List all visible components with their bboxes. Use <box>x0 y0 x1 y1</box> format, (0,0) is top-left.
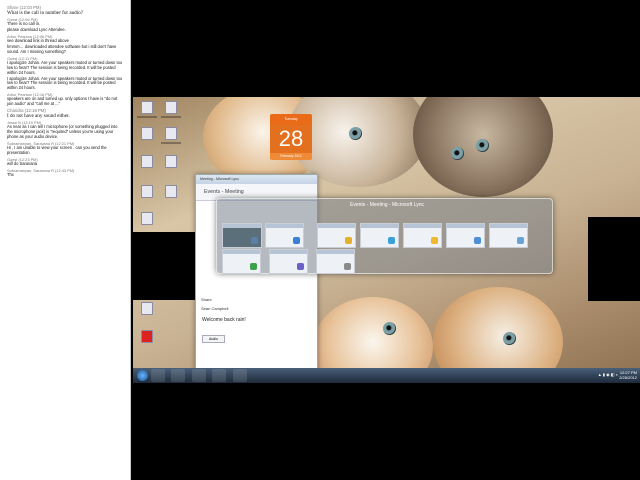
desktop-icon-label <box>161 116 181 118</box>
chat-message-text: Thx <box>7 171 14 177</box>
thumb-titlebar <box>223 224 261 228</box>
desktop-icon[interactable] <box>141 302 153 315</box>
system-tray[interactable]: ▲ ▮ ◉ ◧ ◖ <box>598 372 618 377</box>
events-content: Share Sean Campbell Welcome back rain! A… <box>196 295 317 345</box>
desktop-icon-label <box>137 116 157 118</box>
app-icon <box>251 237 258 244</box>
window-thumb-2[interactable] <box>265 223 304 248</box>
desktop-icon[interactable] <box>165 127 177 140</box>
desktop-icon[interactable] <box>165 155 177 168</box>
desktop: Tuesday 28 February 2012 Meeting - Micro… <box>133 97 640 383</box>
calendar-gadget[interactable]: Tuesday 28 February 2012 <box>270 114 312 163</box>
desktop-icon[interactable] <box>141 185 153 198</box>
window-thumb-8[interactable] <box>222 249 261 274</box>
black-bar-right <box>588 217 640 301</box>
app-icon <box>388 237 395 244</box>
app-icon <box>517 237 524 244</box>
audio-button[interactable]: Audio <box>202 335 225 343</box>
desktop-icon[interactable] <box>141 155 153 168</box>
calendar-weekday: Tuesday <box>270 114 312 125</box>
thumb-titlebar <box>266 224 303 228</box>
kitten-eye <box>349 127 362 140</box>
switcher-title: Events - Meeting - Microsoft Lync <box>349 202 424 208</box>
taskbar-clock[interactable]: 12:27 PM 2/28/2012 <box>619 370 637 380</box>
chat-message-text: I apologize Johan. Are your speakers mut… <box>7 59 123 75</box>
thumb-titlebar <box>361 224 398 228</box>
kitten-eye <box>383 322 396 335</box>
chat-message-text: I do not have any sound either. <box>7 113 70 120</box>
window-thumb-9[interactable] <box>269 249 308 274</box>
calendar-day: 28 <box>270 125 312 153</box>
taskbar-app[interactable] <box>191 369 206 382</box>
clock-date: 2/28/2012 <box>619 375 637 380</box>
chat-message-text: Hi , I am unable to view your screen . c… <box>7 145 107 155</box>
start-button[interactable] <box>137 370 148 381</box>
thumb-titlebar <box>318 224 355 228</box>
window-thumb-3[interactable] <box>317 223 356 248</box>
kitten-eye <box>476 139 489 152</box>
taskbar-app[interactable] <box>212 369 227 382</box>
thumb-titlebar <box>317 250 354 254</box>
desktop-icon[interactable] <box>165 185 177 198</box>
window-thumb-10[interactable] <box>316 249 355 274</box>
thumb-titlebar <box>490 224 527 228</box>
screen: Share (12:03 PM) What is the call in numb… <box>0 0 640 480</box>
events-window-title: Meeting - Microsoft Lync <box>196 175 317 184</box>
thumb-titlebar <box>223 250 260 254</box>
window-thumb-4[interactable] <box>360 223 399 248</box>
taskbar: ▲ ▮ ◉ ◧ ◖ 12:27 PM 2/28/2012 <box>133 368 640 383</box>
desktop-icon-label <box>161 142 181 144</box>
chat-message-text: As near as I can tell I microphone (or s… <box>7 124 118 140</box>
events-row[interactable]: Sean Campbell <box>196 304 317 313</box>
app-icon <box>474 237 481 244</box>
chat-message-text: hmmm… downloaded attendee software but i… <box>7 44 117 54</box>
chat-panel: Share (12:03 PM) What is the call in numb… <box>0 0 131 480</box>
desktop-thumb[interactable] <box>222 223 262 248</box>
desktop-icon[interactable] <box>165 101 177 114</box>
thumb-titlebar <box>270 250 307 254</box>
kitten-eye <box>451 147 464 160</box>
events-row[interactable]: Share <box>196 295 317 304</box>
black-bar-left <box>133 232 195 300</box>
thumb-titlebar <box>404 224 441 228</box>
app-icon <box>344 263 351 270</box>
taskbar-app[interactable] <box>151 369 165 382</box>
app-icon <box>345 237 352 244</box>
window-switcher[interactable]: Events - Meeting - Microsoft Lync <box>216 198 553 274</box>
desktop-icon[interactable] <box>141 127 153 140</box>
thumb-titlebar <box>447 224 484 228</box>
taskbar-app[interactable] <box>232 369 247 382</box>
taskbar-app[interactable] <box>171 369 186 382</box>
desktop-icon[interactable] <box>141 212 153 225</box>
desktop-icon[interactable] <box>141 330 153 343</box>
window-thumb-6[interactable] <box>446 223 485 248</box>
kitten-eye <box>503 332 516 345</box>
app-icon <box>293 237 300 244</box>
taskbar-apps <box>151 369 249 383</box>
window-thumb-7[interactable] <box>489 223 528 248</box>
desktop-icon[interactable] <box>141 101 153 114</box>
chat-message-text: speakers are on and turned up. only opti… <box>7 96 118 107</box>
window-thumb-5[interactable] <box>403 223 442 248</box>
app-icon <box>431 237 438 244</box>
chat-message-text: What is the call in number for audio? <box>7 10 83 16</box>
chat-message-text: please download Lync Attendee. <box>7 27 66 33</box>
app-icon <box>250 263 257 270</box>
welcome-message: Welcome back rain! <box>202 317 246 323</box>
chat-message-text: I apologize Johan. Are your speakers mut… <box>7 75 123 91</box>
app-icon <box>297 263 304 270</box>
calendar-month-year: February 2012 <box>270 153 312 160</box>
chat-message-text: will do Saravana <box>7 160 38 166</box>
